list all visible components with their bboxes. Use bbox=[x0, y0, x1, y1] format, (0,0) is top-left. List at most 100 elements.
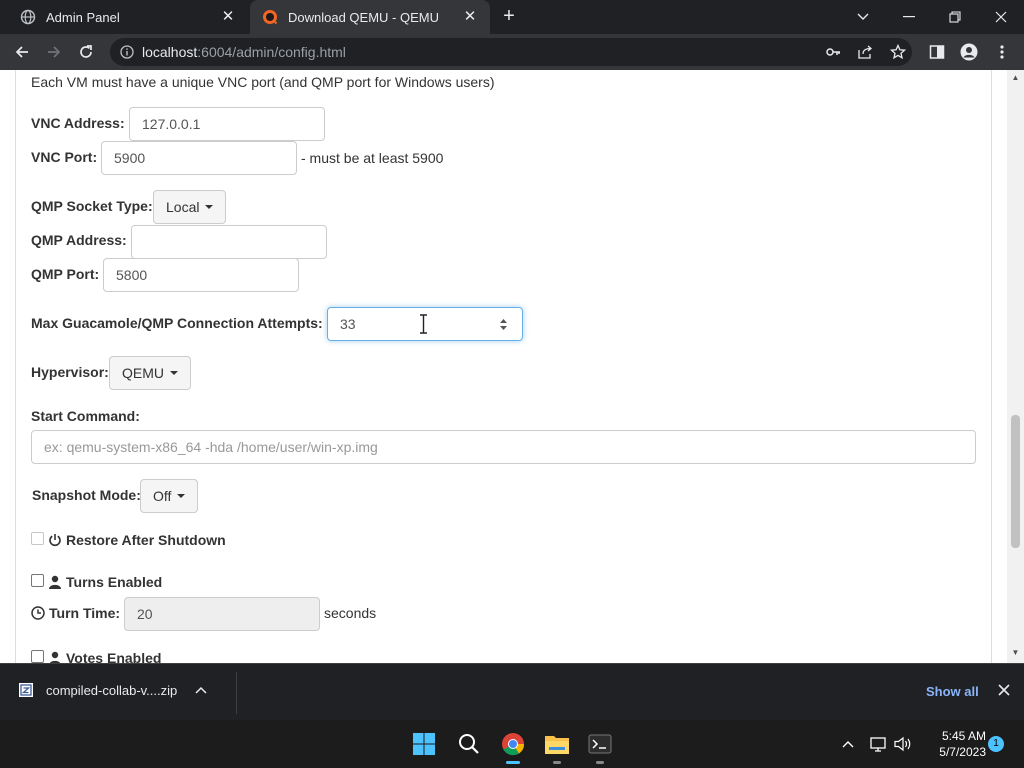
chevron-up-icon[interactable] bbox=[838, 734, 858, 754]
turn-time-label: Turn Time: bbox=[49, 605, 121, 621]
kebab-menu-icon[interactable] bbox=[989, 39, 1015, 65]
search-icon[interactable] bbox=[453, 728, 485, 760]
qmp-socket-type-value: Local bbox=[166, 199, 200, 215]
user-icon bbox=[48, 575, 62, 589]
system-clock[interactable]: 5:45 AM 5/7/2023 bbox=[922, 728, 986, 760]
back-arrow-icon[interactable] bbox=[9, 39, 35, 65]
start-command-placeholder: ex: qemu-system-x86_64 -hda /home/user/w… bbox=[44, 439, 378, 455]
restore-window-icon[interactable] bbox=[932, 0, 978, 34]
page-scrollbar[interactable]: ▲ ▼ bbox=[1007, 70, 1024, 663]
hypervisor-label: Hypervisor: bbox=[31, 364, 109, 380]
url-path: :6004/admin/config.html bbox=[197, 44, 346, 60]
turns-enabled-row: Turns Enabled bbox=[48, 574, 162, 590]
vnc-port-value: 5900 bbox=[114, 150, 146, 166]
restore-after-shutdown-checkbox[interactable] bbox=[31, 532, 44, 545]
vnc-address-value: 127.0.0.1 bbox=[142, 116, 201, 132]
vnc-address-input[interactable]: 127.0.0.1 bbox=[129, 107, 325, 141]
text-cursor-icon bbox=[419, 314, 428, 334]
votes-enabled-checkbox[interactable] bbox=[31, 650, 44, 663]
qmp-port-value: 5800 bbox=[116, 267, 148, 283]
close-tab-icon[interactable]: ✕ bbox=[220, 9, 236, 25]
power-icon bbox=[48, 533, 62, 547]
qemu-logo-icon bbox=[262, 9, 278, 25]
download-filename: compiled-collab-v....zip bbox=[46, 682, 178, 698]
notification-badge[interactable]: 1 bbox=[988, 736, 1004, 752]
site-info-icon[interactable] bbox=[120, 45, 134, 59]
bookmark-star-icon[interactable] bbox=[885, 39, 911, 65]
new-tab-icon[interactable]: + bbox=[498, 6, 520, 28]
globe-icon bbox=[20, 9, 36, 25]
reload-icon[interactable] bbox=[73, 39, 99, 65]
snapshot-mode-label: Snapshot Mode: bbox=[32, 487, 141, 503]
max-connection-attempts-input[interactable]: 33 bbox=[327, 307, 523, 341]
clock-icon bbox=[31, 606, 45, 620]
tab-download-qemu[interactable]: Download QEMU - QEMU ✕ bbox=[250, 0, 490, 34]
browser-toolbar: localhost:6004/admin/config.html bbox=[0, 34, 1024, 70]
turn-time-unit: seconds bbox=[324, 605, 377, 621]
restore-after-shutdown-label: Restore After Shutdown bbox=[66, 532, 226, 548]
scroll-down-arrow-icon[interactable]: ▼ bbox=[1011, 648, 1020, 657]
download-bar: compiled-collab-v....zip Show all bbox=[0, 663, 1024, 720]
page-viewport: Each VM must have a unique VNC port (and… bbox=[0, 70, 1024, 663]
qmp-address-label: QMP Address: bbox=[31, 232, 127, 248]
show-all-downloads-link[interactable]: Show all bbox=[926, 684, 979, 699]
clock-time: 5:45 AM bbox=[941, 729, 986, 743]
scroll-up-arrow-icon[interactable]: ▲ bbox=[1011, 73, 1020, 82]
votes-enabled-row: Votes Enabled bbox=[48, 650, 161, 663]
forward-arrow-icon[interactable] bbox=[41, 39, 67, 65]
spinner-icon[interactable] bbox=[499, 318, 508, 331]
votes-enabled-label: Votes Enabled bbox=[66, 650, 162, 663]
start-command-label: Start Command: bbox=[31, 408, 140, 424]
download-item[interactable]: compiled-collab-v....zip bbox=[18, 682, 207, 698]
caret-down-icon bbox=[177, 494, 186, 498]
tab-admin-panel[interactable]: Admin Panel ✕ bbox=[8, 0, 248, 34]
running-app-indicator bbox=[596, 761, 604, 764]
tab-search-chevron-icon[interactable] bbox=[840, 0, 886, 34]
side-panel-icon[interactable] bbox=[924, 39, 950, 65]
hypervisor-value: QEMU bbox=[122, 365, 164, 381]
caret-down-icon bbox=[205, 205, 214, 209]
qmp-port-input[interactable]: 5800 bbox=[103, 258, 299, 292]
network-icon[interactable] bbox=[869, 734, 889, 754]
profile-avatar-icon[interactable] bbox=[956, 39, 982, 65]
key-icon[interactable] bbox=[820, 39, 846, 65]
share-icon[interactable] bbox=[852, 39, 878, 65]
minimize-icon[interactable] bbox=[886, 0, 932, 34]
snapshot-mode-dropdown[interactable]: Off bbox=[140, 479, 199, 513]
max-connection-attempts-label: Max Guacamole/QMP Connection Attempts: bbox=[31, 315, 323, 331]
vnc-port-input[interactable]: 5900 bbox=[101, 141, 297, 175]
active-app-indicator bbox=[506, 761, 520, 764]
url-host: localhost bbox=[142, 44, 198, 60]
windows-start-icon[interactable] bbox=[408, 728, 440, 760]
scrollbar-thumb[interactable] bbox=[1011, 415, 1020, 548]
hypervisor-dropdown[interactable]: QEMU bbox=[109, 356, 191, 390]
max-connection-attempts-value: 33 bbox=[340, 316, 356, 332]
qmp-socket-type-label: QMP Socket Type: bbox=[31, 198, 153, 214]
clock-date: 5/7/2023 bbox=[939, 745, 986, 759]
file-explorer-icon[interactable] bbox=[541, 728, 573, 764]
chevron-up-icon[interactable] bbox=[195, 686, 207, 694]
start-command-input[interactable]: ex: qemu-system-x86_64 -hda /home/user/w… bbox=[31, 430, 976, 464]
close-tab-icon[interactable]: ✕ bbox=[462, 9, 478, 25]
vnc-intro-text: Each VM must have a unique VNC port (and… bbox=[31, 74, 495, 90]
qmp-address-input[interactable] bbox=[131, 225, 327, 259]
address-bar[interactable]: localhost:6004/admin/config.html bbox=[110, 38, 912, 66]
caret-down-icon bbox=[170, 371, 178, 375]
vnc-address-label: VNC Address: bbox=[31, 115, 125, 131]
turn-time-value: 20 bbox=[137, 606, 153, 622]
qmp-port-label: QMP Port: bbox=[31, 266, 100, 282]
close-window-icon[interactable] bbox=[978, 0, 1024, 34]
turns-enabled-checkbox[interactable] bbox=[31, 574, 44, 587]
download-bar-divider bbox=[236, 672, 237, 714]
terminal-icon[interactable] bbox=[584, 728, 616, 764]
tab-title: Download QEMU - QEMU bbox=[288, 9, 439, 25]
turn-time-input[interactable]: 20 bbox=[124, 597, 320, 631]
qmp-socket-type-dropdown[interactable]: Local bbox=[153, 190, 227, 224]
user-icon bbox=[48, 651, 62, 663]
turn-time-row: Turn Time: bbox=[31, 605, 120, 621]
close-download-bar-icon[interactable] bbox=[998, 684, 1010, 696]
tab-title: Admin Panel bbox=[46, 9, 120, 25]
volume-icon[interactable] bbox=[893, 734, 913, 754]
chrome-icon[interactable] bbox=[497, 728, 529, 764]
turns-enabled-label: Turns Enabled bbox=[66, 574, 163, 590]
